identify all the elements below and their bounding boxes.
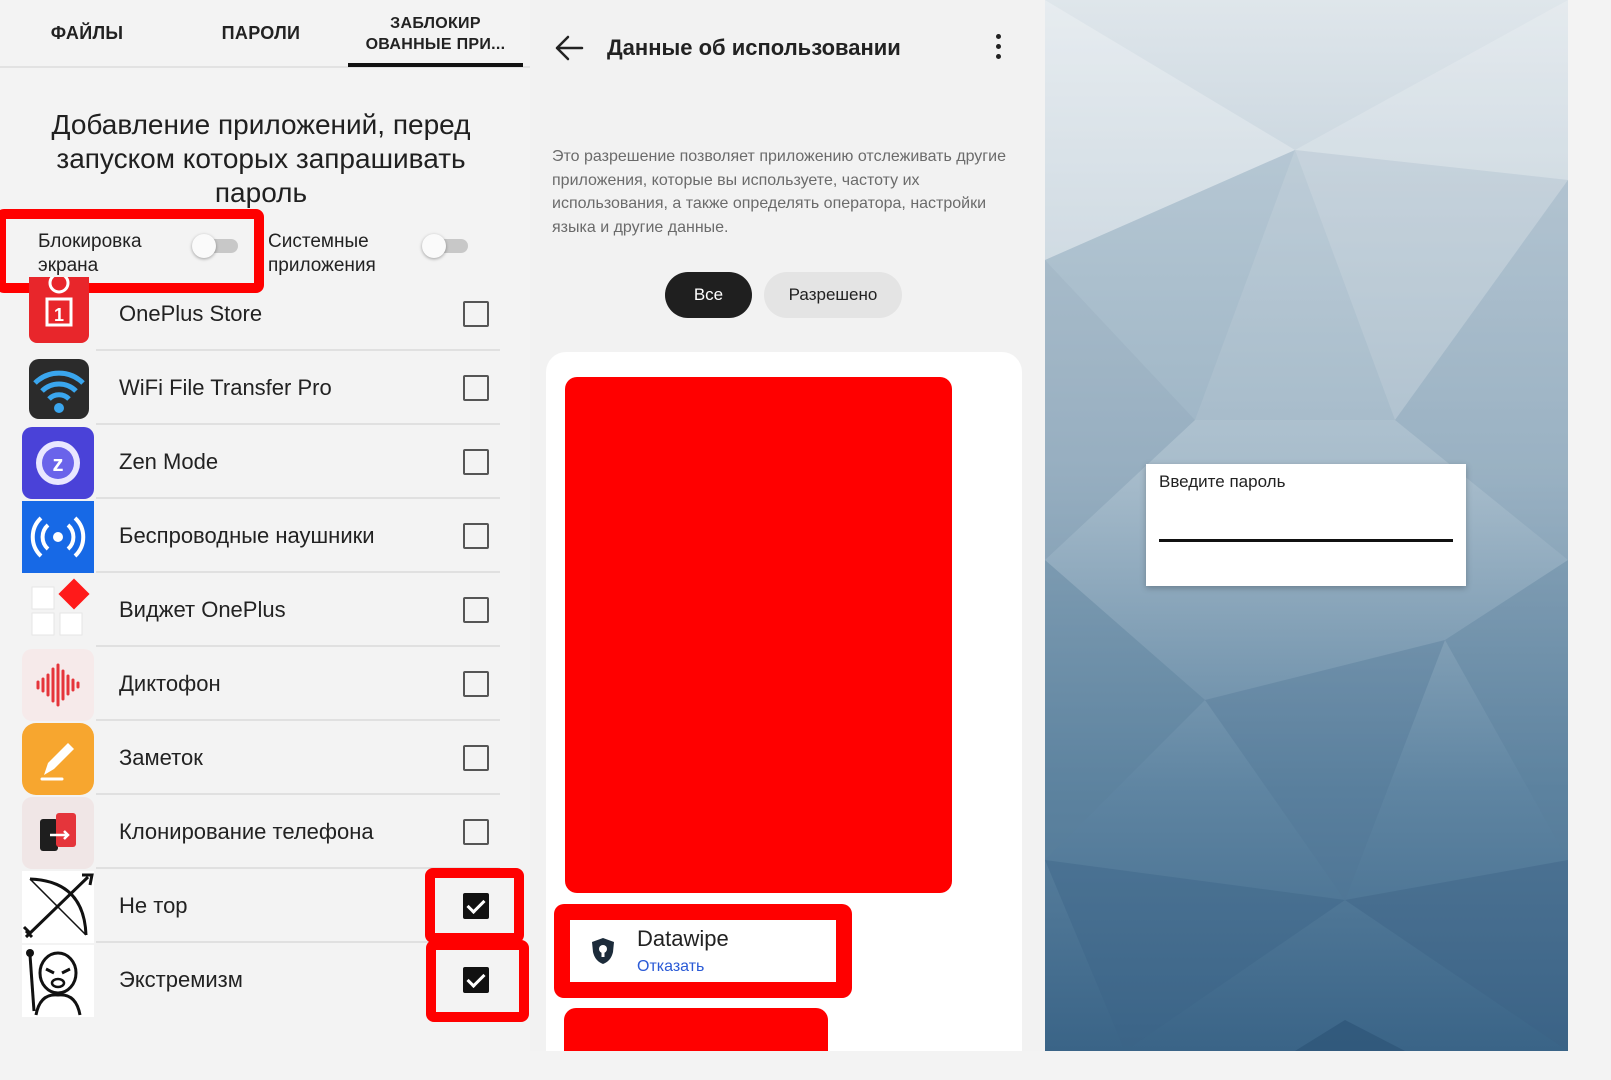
app-name: Zen Mode (119, 449, 219, 474)
app-name: Заметок (119, 745, 203, 770)
list-item[interactable]: Виджет OnePlus (22, 573, 500, 647)
password-dialog: Введите пароль (1146, 464, 1466, 586)
app-lock-checkbox[interactable] (463, 671, 489, 697)
app-lock-checkbox[interactable] (463, 819, 489, 845)
list-item[interactable]: Клонирование телефона (22, 795, 500, 869)
redacted-block-bottom (564, 1008, 828, 1051)
app-lock-checkbox[interactable] (463, 375, 489, 401)
deny-link[interactable]: Отказать (637, 958, 704, 976)
recorder-icon (22, 649, 94, 721)
wizard-icon (22, 945, 94, 1017)
app-name: WiFi File Transfer Pro (119, 375, 332, 400)
wireless-earbuds-icon (22, 501, 94, 573)
app-name: Диктофон (119, 671, 221, 696)
screenshot-collage: ФАЙЛЫ ПАРОЛИ ЗАБЛОКИР ОВАННЫЕ ПРИ... Доб… (0, 0, 1568, 1051)
list-item[interactable]: Беспроводные наушники (22, 499, 500, 573)
list-item[interactable]: 1 OnePlus Store (22, 277, 500, 351)
permission-description: Это разрешение позволяет приложению отсл… (552, 148, 1006, 236)
app-name: Экстремизм (119, 967, 243, 992)
oneplus-store-icon: 1 (29, 277, 89, 343)
toggle-knob (422, 234, 446, 258)
app-lock-checkbox[interactable] (463, 597, 489, 623)
page-heading: Добавление приложений, перед запуском ко… (51, 109, 471, 208)
active-tab-indicator (348, 63, 523, 67)
usage-access-panel: Данные об использовании Это разрешение п… (530, 0, 1045, 1051)
list-item[interactable]: WiFi File Transfer Pro (22, 351, 500, 425)
tab-passwords[interactable]: ПАРОЛИ (174, 0, 348, 66)
oneplus-widget-icon (22, 575, 94, 647)
page-title: Данные об использовании (607, 35, 901, 60)
list-item[interactable]: z Zen Mode (22, 425, 500, 499)
password-input[interactable] (1159, 502, 1453, 542)
wifi-icon (29, 359, 89, 419)
app-lock-panel: ФАЙЛЫ ПАРОЛИ ЗАБЛОКИР ОВАННЫЕ ПРИ... Доб… (0, 0, 530, 1051)
highlight-box-extremism (426, 940, 529, 1022)
app-name: Datawipe (637, 926, 729, 951)
system-apps-label: Системные приложения (268, 231, 376, 276)
filter-chip-all[interactable]: Все (665, 272, 752, 318)
app-lock-checkbox[interactable] (463, 523, 489, 549)
app-lock-checkbox[interactable] (463, 745, 489, 771)
filter-chip-allowed[interactable]: Разрешено (764, 272, 902, 318)
datawipe-app-item[interactable]: Datawipe Отказать (554, 904, 852, 998)
tab-locked-apps[interactable]: ЗАБЛОКИР ОВАННЫЕ ПРИ... (348, 0, 523, 66)
app-name: Виджет OnePlus (119, 597, 286, 622)
list-item[interactable]: Диктофон (22, 647, 500, 721)
back-arrow-icon[interactable] (554, 34, 584, 62)
app-name: Не тор (119, 893, 188, 918)
tab-bar: ФАЙЛЫ ПАРОЛИ ЗАБЛОКИР ОВАННЫЕ ПРИ... (0, 0, 530, 68)
lock-screen-panel: Введите пароль (1045, 0, 1568, 1051)
redacted-block (565, 377, 952, 893)
more-options-icon[interactable] (992, 34, 1004, 64)
notes-icon (22, 723, 94, 795)
bow-arrow-icon (22, 871, 94, 943)
svg-text:z: z (53, 451, 64, 476)
zen-mode-icon: z (22, 427, 94, 499)
list-item[interactable]: Заметок (22, 721, 500, 795)
app-lock-checkbox[interactable] (463, 449, 489, 475)
password-prompt-label: Введите пароль (1159, 472, 1286, 491)
highlight-box-netor (425, 868, 524, 943)
app-name: OnePlus Store (119, 301, 263, 326)
system-apps-toggle[interactable] (422, 234, 468, 258)
app-name: Беспроводные наушники (119, 523, 375, 548)
tab-files[interactable]: ФАЙЛЫ (0, 0, 174, 66)
shield-icon (588, 936, 618, 966)
app-name: Клонирование телефона (119, 819, 374, 844)
svg-text:1: 1 (54, 305, 64, 325)
clone-phone-icon (22, 797, 94, 869)
app-lock-checkbox[interactable] (463, 301, 489, 327)
